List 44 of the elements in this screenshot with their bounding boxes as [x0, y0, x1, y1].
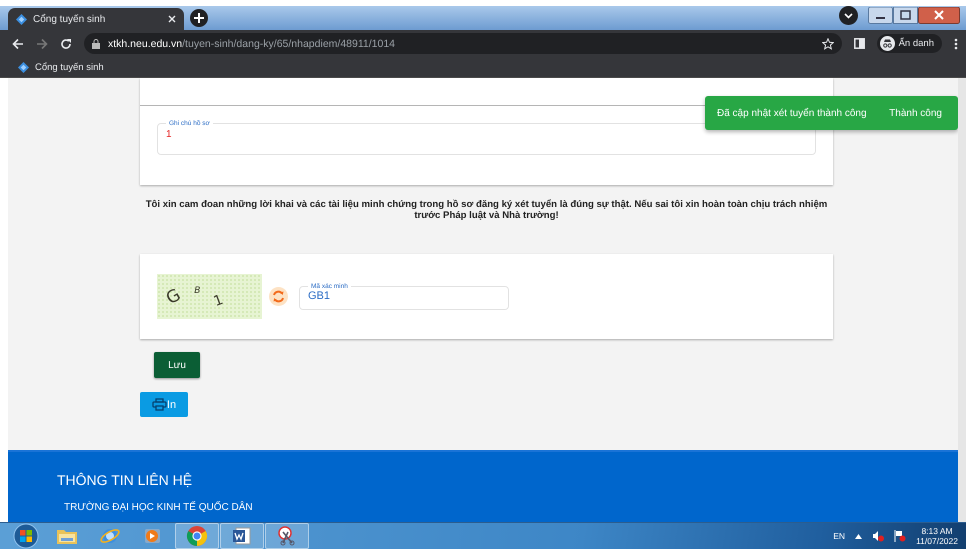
back-icon[interactable] — [12, 38, 24, 50]
minimize-icon[interactable] — [868, 7, 893, 24]
diamond-logo-icon — [16, 14, 27, 24]
play-icon[interactable] — [144, 527, 162, 545]
start-button[interactable] — [12, 523, 40, 549]
toast-message: Đã cập nhật xét tuyển thành công — [717, 108, 867, 118]
footer-text: TRƯỜNG ĐẠI HỌC KINH TẾ QUỐC DÂN — [64, 502, 254, 513]
address-bar[interactable]: xtkh.neu.edu.vn/tuyen-sinh/dang-ky/65/nhapdiem/48911/1014 — [84, 33, 842, 54]
new-tab-icon[interactable] — [190, 9, 208, 27]
star-icon[interactable] — [822, 38, 834, 50]
flag-icon[interactable] — [894, 530, 906, 542]
captcha-character: 1 — [212, 291, 226, 310]
speaker-icon[interactable] — [872, 530, 884, 542]
document-icon[interactable] — [232, 526, 252, 546]
side-panel-icon[interactable] — [854, 38, 865, 49]
lock-icon — [92, 38, 100, 48]
language-indicator[interactable]: EN — [833, 531, 846, 541]
clock[interactable]: 8:13 AM 11/07/2022 — [916, 526, 958, 546]
close-tab-icon[interactable] — [168, 15, 176, 23]
bookmark-item[interactable]: Cổng tuyến sinh — [18, 62, 104, 72]
scissors-icon[interactable] — [277, 526, 297, 546]
up-arrow-icon[interactable] — [855, 534, 862, 538]
captcha-character: B — [194, 286, 200, 296]
forward-icon[interactable] — [36, 38, 48, 50]
incognito-icon — [880, 36, 895, 51]
url-text: xtkh.neu.edu.vn/tuyen-sinh/dang-ky/65/nhapdiem/48911/1014 — [108, 38, 396, 50]
dropdown-icon[interactable] — [839, 6, 858, 25]
toast-status: Thành công — [889, 108, 942, 118]
save-button[interactable]: Lưu — [154, 352, 200, 378]
captcha-character: G — [162, 284, 184, 308]
reload-icon[interactable] — [60, 38, 72, 50]
refresh-icon[interactable] — [269, 287, 288, 306]
printer-icon — [152, 398, 167, 411]
incognito-badge[interactable]: Ẩn danh — [876, 34, 942, 53]
close-icon[interactable] — [918, 7, 960, 24]
browser-tab[interactable]: Cổng tuyến sinh — [8, 8, 184, 30]
diamond-logo-icon — [18, 62, 29, 72]
footer-heading: THÔNG TIN LIÊN HỆ — [57, 472, 194, 488]
menu-icon[interactable] — [954, 38, 958, 50]
taskbar-button[interactable] — [220, 523, 264, 549]
declaration-text: Tôi xin cam đoan những lời khai và các tài liệu minh chứng trong hồ sơ đăng ký xét tuyển là đúng sự thật. Nếu sai tôi xin hoàn toàn chịu trách nhiệm trước Pháp luật và Nhà trường! — [144, 199, 828, 221]
taskbar-button[interactable] — [175, 523, 219, 549]
taskbar-button[interactable] — [265, 523, 309, 549]
maximize-icon[interactable] — [893, 7, 918, 24]
